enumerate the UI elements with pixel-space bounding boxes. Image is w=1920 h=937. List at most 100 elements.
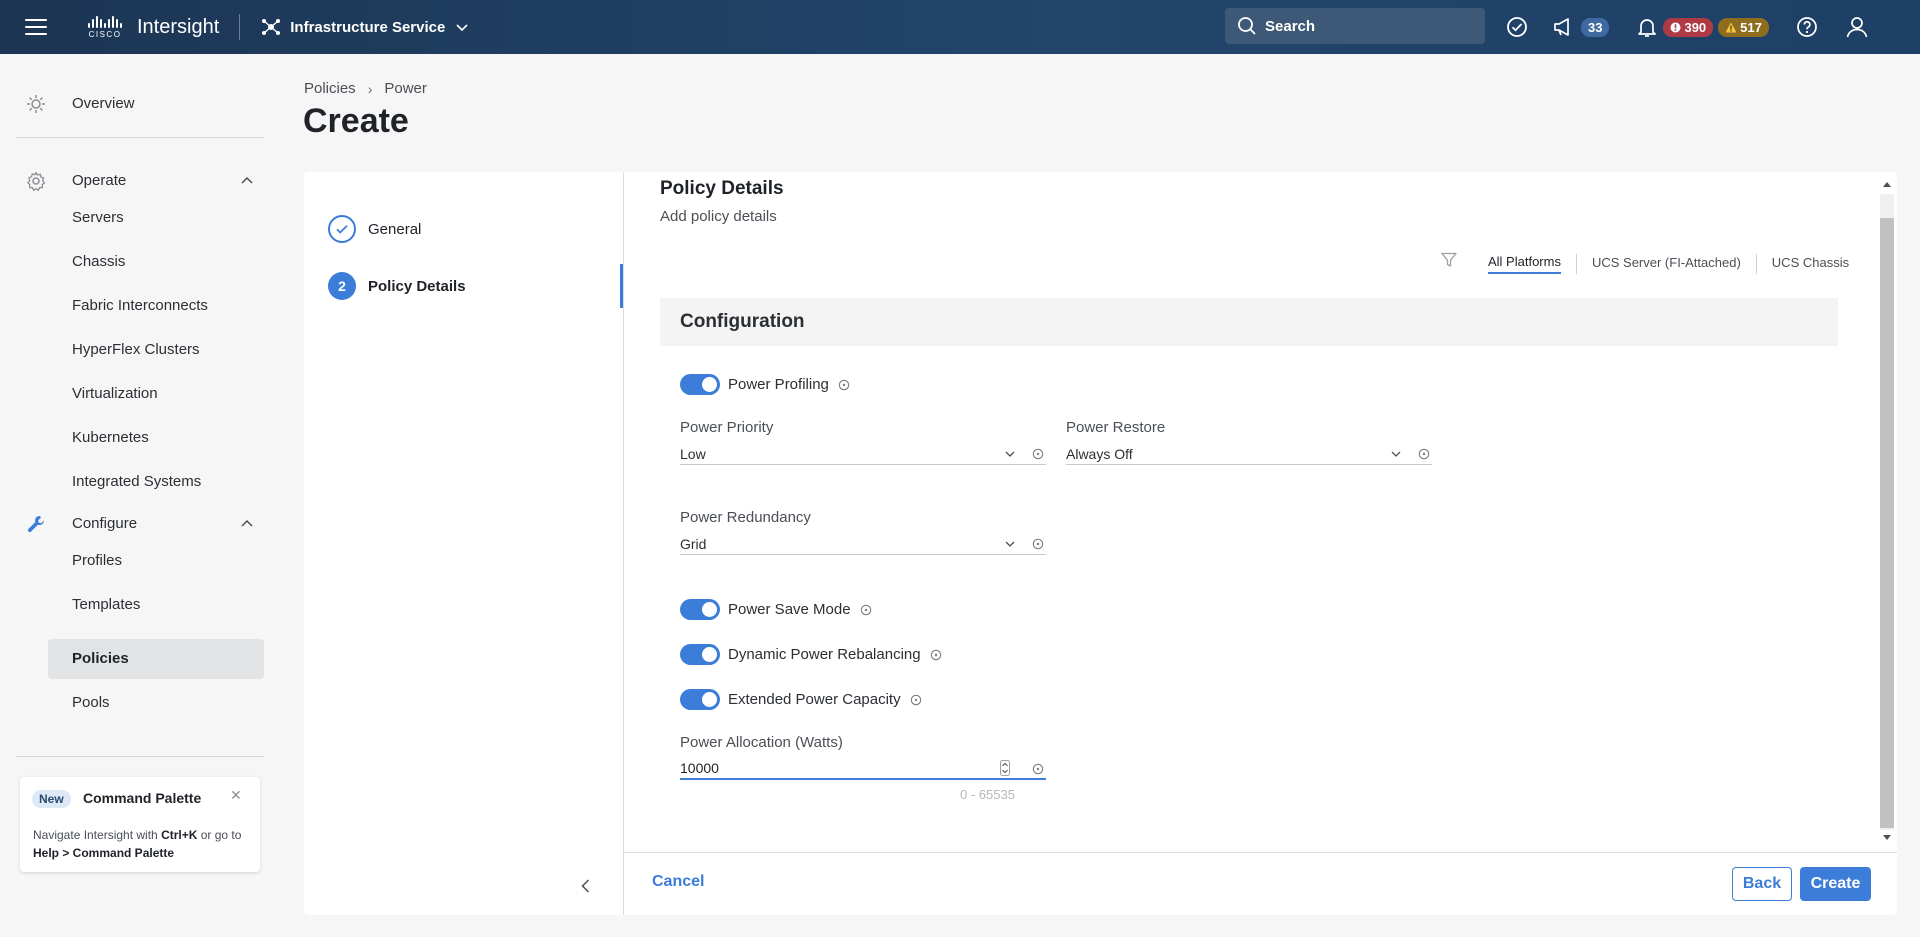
configuration-title: Configuration (680, 311, 805, 332)
power-save-mode-toggle[interactable] (680, 599, 720, 620)
tasks-check-icon[interactable] (1505, 15, 1529, 39)
help-icon[interactable] (1795, 15, 1819, 39)
service-network-icon (262, 19, 281, 35)
number-spinner-icon[interactable] (1000, 760, 1010, 776)
power-redundancy-field: Power Redundancy Grid (680, 509, 1050, 555)
step-general[interactable]: General (328, 215, 421, 243)
new-badge: New (32, 790, 71, 808)
power-profiling-toggle[interactable] (680, 374, 720, 395)
section-subtitle: Add policy details (660, 208, 777, 225)
tab-ucs-chassis[interactable]: UCS Chassis (1772, 255, 1849, 273)
wizard-steps: General 2 Policy Details (304, 172, 624, 915)
step-general-label: General (368, 220, 422, 238)
filter-funnel-icon[interactable] (1440, 251, 1458, 269)
collapse-chevron-left-icon[interactable] (576, 876, 596, 896)
breadcrumb-current: Power (384, 80, 427, 97)
sidebar-item-overview[interactable]: Overview (0, 89, 280, 119)
dynamic-power-rebalancing-label: Dynamic Power Rebalancing (728, 646, 921, 663)
search-icon (1238, 17, 1256, 35)
section-title: Policy Details (660, 178, 784, 199)
user-avatar-icon[interactable] (1845, 15, 1869, 39)
chevron-up-icon (241, 176, 253, 184)
sidebar-item-hyperflex-clusters[interactable]: HyperFlex Clusters (48, 330, 264, 370)
info-icon[interactable] (1032, 448, 1044, 460)
cisco-logo: CISCO (85, 15, 125, 39)
chevron-up-icon (241, 519, 253, 527)
dynamic-power-rebalancing-row: Dynamic Power Rebalancing (680, 644, 942, 665)
configure-wrench-icon (27, 516, 44, 533)
sidebar-item-chassis[interactable]: Chassis (48, 242, 264, 282)
warning-alarms-badge[interactable]: 517 (1718, 17, 1769, 37)
search-input[interactable] (1265, 17, 1465, 35)
info-icon[interactable] (1032, 763, 1044, 775)
breadcrumb-policies-link[interactable]: Policies (304, 80, 356, 97)
megaphone-icon[interactable] (1551, 15, 1575, 39)
sidebar-item-kubernetes[interactable]: Kubernetes (48, 418, 264, 458)
power-profiling-label: Power Profiling (728, 376, 829, 393)
tab-separator (1755, 254, 1757, 274)
page-title: Create (303, 102, 409, 140)
search-box[interactable] (1225, 8, 1485, 44)
step-policy-details[interactable]: 2 Policy Details (328, 272, 466, 300)
critical-alarms-count: 390 (1684, 19, 1707, 35)
scroll-up-arrow-icon[interactable] (1882, 180, 1892, 188)
scroll-thumb[interactable] (1880, 218, 1894, 828)
power-priority-label: Power Priority (680, 419, 774, 436)
info-icon[interactable] (1418, 448, 1430, 460)
sidebar-item-fabric-interconnects[interactable]: Fabric Interconnects (48, 286, 264, 326)
service-selector[interactable]: Infrastructure Service (260, 16, 469, 38)
power-restore-value: Always Off (1066, 445, 1133, 462)
sidebar-divider (16, 756, 264, 757)
sidebar-item-virtualization[interactable]: Virtualization (48, 374, 264, 414)
power-restore-select[interactable]: Always Off (1066, 443, 1432, 465)
scroll-down-arrow-icon[interactable] (1882, 834, 1892, 842)
command-palette-description: Navigate Intersight with Ctrl+K or go to… (33, 828, 242, 860)
power-priority-value: Low (680, 445, 706, 462)
sidebar-item-policies[interactable]: Policies (48, 639, 264, 679)
info-icon[interactable] (930, 649, 942, 661)
chevron-down-icon (456, 24, 468, 32)
info-icon[interactable] (860, 604, 872, 616)
sidebar-section-operate[interactable]: Operate (0, 166, 280, 196)
sidebar-section-configure[interactable]: Configure (0, 509, 280, 539)
power-allocation-range-hint: 0 - 65535 (960, 787, 1015, 802)
power-save-mode-row: Power Save Mode (680, 599, 872, 620)
content-scrollbar[interactable] (1876, 172, 1897, 852)
sidebar-item-pools[interactable]: Pools (48, 683, 264, 723)
step-complete-check-icon (328, 215, 356, 243)
warning-alarms-count: 517 (1740, 19, 1762, 35)
tab-all-platforms[interactable]: All Platforms (1488, 254, 1561, 274)
info-icon[interactable] (1032, 538, 1044, 550)
critical-alert-icon (1670, 22, 1681, 32)
extended-power-capacity-toggle[interactable] (680, 689, 720, 710)
tab-ucs-server-fi-attached[interactable]: UCS Server (FI-Attached) (1592, 255, 1741, 273)
power-priority-select[interactable]: Low (680, 443, 1046, 465)
sidebar-item-integrated-systems[interactable]: Integrated Systems (48, 462, 264, 502)
wizard-footer: Cancel Back Create (624, 852, 1897, 915)
power-redundancy-select[interactable]: Grid (680, 533, 1046, 555)
bell-icon[interactable] (1635, 15, 1659, 39)
create-button[interactable]: Create (1800, 867, 1871, 901)
announcements-badge[interactable]: 33 (1581, 17, 1610, 37)
power-redundancy-value: Grid (680, 535, 707, 552)
critical-alarms-badge[interactable]: 390 (1663, 17, 1714, 37)
active-step-indicator (620, 264, 623, 308)
power-profiling-row: Power Profiling (680, 374, 850, 395)
step-number: 2 (328, 272, 356, 300)
info-icon[interactable] (838, 379, 850, 391)
hamburger-menu-icon[interactable] (25, 19, 47, 35)
sidebar-item-templates[interactable]: Templates (48, 585, 264, 625)
operate-gear-icon (27, 171, 46, 191)
sidebar-item-servers[interactable]: Servers (48, 198, 264, 238)
dynamic-power-rebalancing-toggle[interactable] (680, 644, 720, 665)
back-button[interactable]: Back (1732, 867, 1792, 901)
sidebar-item-profiles[interactable]: Profiles (48, 541, 264, 581)
breadcrumb-separator-icon: › (367, 80, 373, 97)
close-icon[interactable]: ✕ (230, 787, 242, 804)
tab-separator (1575, 254, 1577, 274)
info-icon[interactable] (910, 694, 922, 706)
power-allocation-label: Power Allocation (Watts) (680, 734, 843, 751)
power-allocation-input[interactable] (680, 760, 980, 776)
cancel-button[interactable]: Cancel (652, 873, 704, 891)
wizard-panel: General 2 Policy Details Policy Details … (304, 172, 1897, 915)
